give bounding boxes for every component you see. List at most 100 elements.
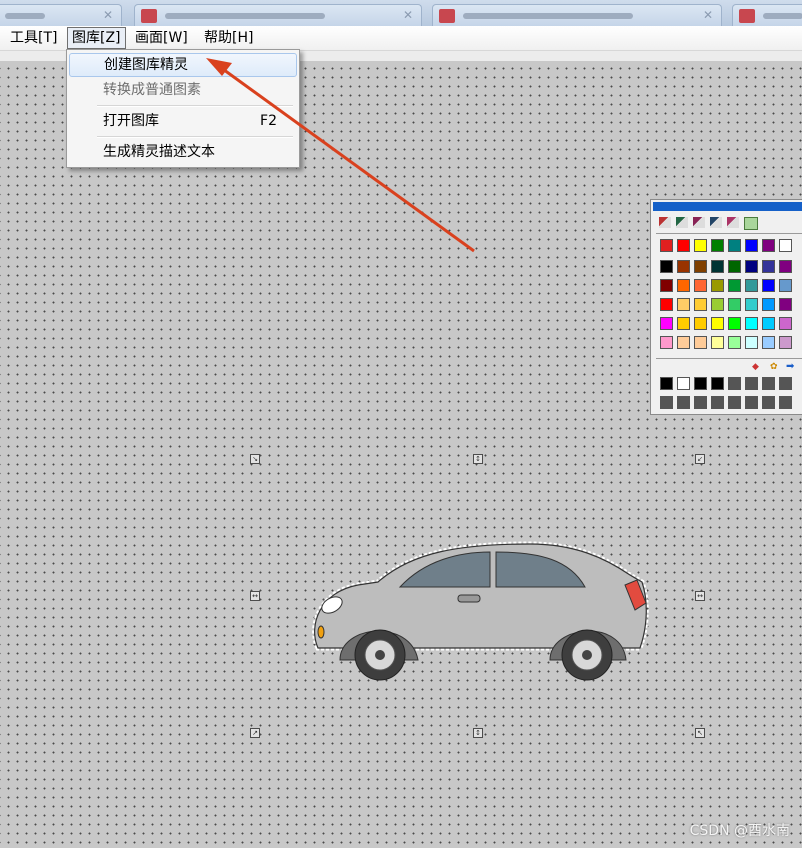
- resize-handle-sw[interactable]: ↗: [250, 728, 260, 738]
- color-swatch[interactable]: [711, 260, 724, 273]
- menu-help[interactable]: 帮助[H]: [200, 28, 257, 48]
- color-swatch[interactable]: [779, 317, 792, 330]
- color-swatch[interactable]: [660, 377, 673, 390]
- color-swatch[interactable]: [660, 317, 673, 330]
- palette-title-bar[interactable]: [653, 202, 802, 211]
- color-swatch[interactable]: [711, 239, 724, 252]
- color-swatch[interactable]: [694, 377, 707, 390]
- menu-item-open-gallery[interactable]: 打开图库 F2: [69, 109, 295, 133]
- menu-item-convert-primitive: 转换成普通图素: [69, 78, 295, 102]
- browser-tab[interactable]: ✕: [134, 4, 422, 26]
- color-swatch[interactable]: [728, 279, 741, 292]
- color-swatch[interactable]: [677, 336, 690, 349]
- fill-icon[interactable]: [693, 217, 705, 228]
- color-swatch[interactable]: [762, 377, 775, 390]
- resize-handle-w[interactable]: ↔: [250, 591, 260, 601]
- text-icon[interactable]: [710, 217, 722, 228]
- line-icon[interactable]: [676, 217, 688, 228]
- color-swatch[interactable]: [779, 239, 792, 252]
- palette-picker-icon[interactable]: ◆: [752, 362, 759, 372]
- color-swatch[interactable]: [694, 336, 707, 349]
- resize-handle-nw[interactable]: ↘: [250, 454, 260, 464]
- color-swatch[interactable]: [694, 239, 707, 252]
- color-swatch[interactable]: [762, 317, 775, 330]
- color-swatch[interactable]: [660, 260, 673, 273]
- color-swatch[interactable]: [677, 317, 690, 330]
- color-swatch[interactable]: [762, 336, 775, 349]
- color-swatch[interactable]: [762, 260, 775, 273]
- palette-random-icon[interactable]: ✿: [770, 362, 778, 372]
- color-swatch[interactable]: [677, 279, 690, 292]
- color-swatch[interactable]: [779, 377, 792, 390]
- drawing-canvas[interactable]: [0, 51, 802, 848]
- color-swatch[interactable]: [711, 396, 724, 409]
- color-swatch[interactable]: [694, 260, 707, 273]
- color-swatch[interactable]: [745, 377, 758, 390]
- color-swatch[interactable]: [728, 336, 741, 349]
- palette-arrow-icon[interactable]: ➡: [786, 361, 794, 372]
- color-swatch[interactable]: [711, 317, 724, 330]
- car-graphic[interactable]: [300, 530, 660, 695]
- resize-handle-s[interactable]: ↕: [473, 728, 483, 738]
- color-swatch[interactable]: [711, 298, 724, 311]
- color-swatch[interactable]: [677, 239, 690, 252]
- resize-handle-se[interactable]: ↖: [695, 728, 705, 738]
- color-swatch[interactable]: [728, 260, 741, 273]
- color-swatch[interactable]: [660, 336, 673, 349]
- color-swatch[interactable]: [745, 239, 758, 252]
- color-swatch[interactable]: [779, 298, 792, 311]
- browser-tab[interactable]: [732, 4, 802, 26]
- color-swatch[interactable]: [728, 298, 741, 311]
- color-swatch[interactable]: [660, 396, 673, 409]
- color-swatch[interactable]: [711, 336, 724, 349]
- resize-handle-ne[interactable]: ↙: [695, 454, 705, 464]
- color-swatch[interactable]: [762, 279, 775, 292]
- color-swatch[interactable]: [677, 377, 690, 390]
- effect-icon[interactable]: [727, 217, 739, 228]
- menu-separator: [97, 105, 293, 107]
- color-swatch[interactable]: [745, 260, 758, 273]
- color-swatch[interactable]: [677, 298, 690, 311]
- color-swatch[interactable]: [677, 260, 690, 273]
- color-swatch[interactable]: [660, 279, 673, 292]
- color-swatch[interactable]: [694, 396, 707, 409]
- menu-gallery[interactable]: 图库[Z]: [67, 27, 126, 49]
- resize-handle-e[interactable]: ↔: [695, 591, 705, 601]
- color-swatch[interactable]: [779, 336, 792, 349]
- browser-tab[interactable]: ✕: [432, 4, 722, 26]
- color-swatch[interactable]: [745, 336, 758, 349]
- menu-item-create-sprite[interactable]: 创建图库精灵: [69, 53, 297, 77]
- color-swatch[interactable]: [762, 396, 775, 409]
- color-swatch[interactable]: [762, 239, 775, 252]
- car-indicator: [317, 625, 325, 639]
- color-swatch[interactable]: [728, 377, 741, 390]
- color-swatch[interactable]: [779, 396, 792, 409]
- car-door-handle: [457, 594, 481, 603]
- browser-tab[interactable]: ✕: [0, 4, 122, 26]
- menu-item-generate-sprite-text[interactable]: 生成精灵描述文本: [69, 140, 295, 164]
- color-swatch[interactable]: [728, 239, 741, 252]
- pattern-icon[interactable]: [744, 217, 758, 230]
- color-swatch[interactable]: [728, 317, 741, 330]
- color-swatch[interactable]: [745, 279, 758, 292]
- resize-handle-n[interactable]: ↕: [473, 454, 483, 464]
- pencil-icon[interactable]: [659, 217, 671, 228]
- menu-screen[interactable]: 画面[W]: [131, 28, 192, 48]
- color-swatch[interactable]: [660, 298, 673, 311]
- color-swatch[interactable]: [762, 298, 775, 311]
- color-swatch[interactable]: [745, 396, 758, 409]
- color-swatch[interactable]: [779, 260, 792, 273]
- color-swatch[interactable]: [677, 396, 690, 409]
- color-swatch[interactable]: [745, 298, 758, 311]
- color-swatch[interactable]: [711, 377, 724, 390]
- menu-item-label: 创建图库精灵: [104, 57, 188, 73]
- color-swatch[interactable]: [711, 279, 724, 292]
- color-swatch[interactable]: [745, 317, 758, 330]
- color-swatch[interactable]: [694, 298, 707, 311]
- color-swatch[interactable]: [694, 317, 707, 330]
- color-swatch[interactable]: [694, 279, 707, 292]
- menu-tools[interactable]: 工具[T]: [6, 28, 61, 48]
- color-swatch[interactable]: [779, 279, 792, 292]
- color-swatch[interactable]: [728, 396, 741, 409]
- color-swatch[interactable]: [660, 239, 673, 252]
